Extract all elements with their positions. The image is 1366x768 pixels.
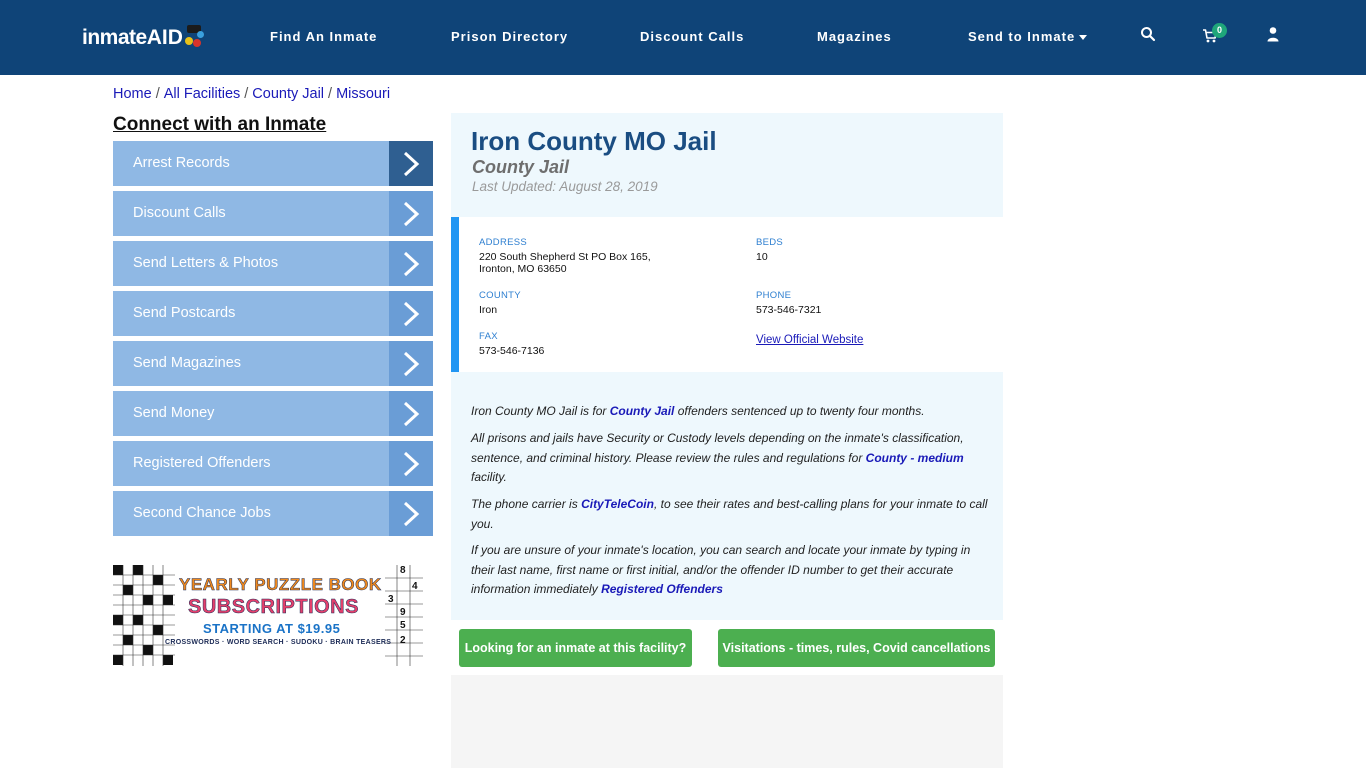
cart-count-badge: 0 <box>1212 23 1227 38</box>
sudoku-digit: 5 <box>400 620 406 631</box>
desc-text: offenders sentenced up to twenty four mo… <box>674 404 925 418</box>
county-jail-link[interactable]: County Jail <box>610 404 675 418</box>
breadcrumb-missouri[interactable]: Missouri <box>336 86 390 102</box>
inmateaid-logo[interactable]: inmate AID <box>82 22 205 54</box>
sidebar-title: Connect with an Inmate <box>113 114 327 135</box>
search-icon[interactable] <box>1140 26 1160 46</box>
sidebar-item-label: Send Postcards <box>133 305 236 321</box>
cityteleco-link[interactable]: CityTeleCoin <box>581 497 654 511</box>
nav-send-to-inmate-label: Send to Inmate <box>968 29 1076 44</box>
breadcrumb-separator: / <box>244 86 249 102</box>
breadcrumb-separator: / <box>155 86 160 102</box>
sidebar-item-send-money[interactable]: Send Money <box>113 391 433 436</box>
nav-find-an-inmate[interactable]: Find An Inmate <box>270 29 377 44</box>
chevron-right-icon <box>389 191 433 236</box>
ad-placeholder <box>451 675 1003 768</box>
county-label: COUNTY <box>479 290 521 301</box>
beds-value: 10 <box>756 251 768 263</box>
sudoku-digit: 9 <box>400 607 406 618</box>
description-paragraph-2: All prisons and jails have Security or C… <box>471 429 993 488</box>
description-paragraph-3: The phone carrier is CityTeleCoin, to se… <box>471 495 993 534</box>
chevron-right-icon <box>389 491 433 536</box>
logo-mark-icon <box>184 25 205 51</box>
logo-accent: AID <box>146 26 183 49</box>
fax-value: 573-546-7136 <box>479 345 545 357</box>
breadcrumb-separator: / <box>328 86 333 102</box>
sidebar-item-label: Registered Offenders <box>133 455 271 471</box>
facility-type: County Jail <box>472 157 570 177</box>
sidebar-item-registered-offenders[interactable]: Registered Offenders <box>113 441 433 486</box>
ad-price: STARTING AT $19.95 <box>203 621 341 636</box>
sidebar-item-second-chance-jobs[interactable]: Second Chance Jobs <box>113 491 433 536</box>
chevron-right-icon <box>389 141 433 186</box>
sidebar-item-send-magazines[interactable]: Send Magazines <box>113 341 433 386</box>
description-paragraph-4: If you are unsure of your inmate's locat… <box>471 541 993 600</box>
sudoku-digit: 2 <box>400 635 406 646</box>
nav-magazines[interactable]: Magazines <box>817 29 892 44</box>
facility-info-panel: ADDRESS 220 South Shepherd St PO Box 165… <box>451 217 1003 372</box>
sidebar-item-label: Send Money <box>133 405 215 421</box>
sudoku-grid-graphic: 8 4 3 9 5 2 <box>385 565 423 666</box>
visitations-button[interactable]: Visitations - times, rules, Covid cancel… <box>718 629 995 667</box>
sudoku-digit: 3 <box>388 594 394 605</box>
chevron-right-icon <box>389 441 433 486</box>
sidebar-item-arrest-records[interactable]: Arrest Records <box>113 141 433 186</box>
address-line1: 220 South Shepherd St PO Box 165, <box>479 251 651 263</box>
county-value: Iron <box>479 304 498 316</box>
breadcrumb-all-facilities[interactable]: All Facilities <box>164 86 241 102</box>
nav-discount-calls[interactable]: Discount Calls <box>640 29 744 44</box>
sidebar-item-label: Arrest Records <box>133 155 230 171</box>
sidebar-item-send-letters-photos[interactable]: Send Letters & Photos <box>113 241 433 286</box>
breadcrumb: Home / All Facilities / County Jail / Missouri <box>113 86 390 102</box>
nav-prison-directory[interactable]: Prison Directory <box>451 29 568 44</box>
find-inmate-button[interactable]: Looking for an inmate at this facility? <box>459 629 692 667</box>
sidebar-item-label: Second Chance Jobs <box>133 505 271 521</box>
address-label: ADDRESS <box>479 237 528 248</box>
sudoku-digit: 8 <box>400 565 406 576</box>
chevron-right-icon <box>389 391 433 436</box>
official-website-link[interactable]: View Official Website <box>756 334 863 346</box>
sidebar-item-label: Discount Calls <box>133 205 226 221</box>
county-medium-link[interactable]: County - medium <box>866 451 964 465</box>
fax-label: FAX <box>479 331 498 342</box>
beds-label: BEDS <box>756 237 784 248</box>
phone-value: 573-546-7321 <box>756 304 822 316</box>
logo-text: inmate <box>82 26 147 49</box>
phone-label: PHONE <box>756 290 792 301</box>
last-updated: Last Updated: August 28, 2019 <box>472 179 658 194</box>
sidebar-item-discount-calls[interactable]: Discount Calls <box>113 191 433 236</box>
puzzle-book-ad-banner[interactable]: 8 4 3 9 5 2 YEARLY PUZZLE BOOK SUBSCRIPT… <box>113 565 423 666</box>
ad-categories: CROSSWORDS · WORD SEARCH · SUDOKU · BRAI… <box>165 639 392 646</box>
desc-text: The phone carrier is <box>471 497 582 511</box>
sidebar-item-label: Send Letters & Photos <box>133 255 279 271</box>
ad-subheadline: SUBSCRIPTIONS <box>188 596 359 619</box>
desc-text: facility. <box>471 470 507 484</box>
address-line2: Ironton, MO 63650 <box>479 263 567 275</box>
breadcrumb-home[interactable]: Home <box>113 86 152 102</box>
crossword-grid-graphic <box>113 565 175 666</box>
sidebar-item-send-postcards[interactable]: Send Postcards <box>113 291 433 336</box>
nav-send-to-inmate[interactable]: Send to Inmate <box>968 29 1088 44</box>
chevron-right-icon <box>389 241 433 286</box>
chevron-down-icon <box>1079 35 1088 41</box>
chevron-right-icon <box>389 291 433 336</box>
desc-text: Iron County MO Jail is for <box>471 404 610 418</box>
description-paragraph-1: Iron County MO Jail is for County Jail o… <box>471 402 993 422</box>
registered-offenders-link[interactable]: Registered Offenders <box>601 582 723 596</box>
facility-title: Iron County MO Jail <box>471 126 717 156</box>
breadcrumb-county-jail[interactable]: County Jail <box>252 86 324 102</box>
sudoku-digit: 4 <box>412 581 418 592</box>
sidebar-menu: Arrest Records Discount Calls Send Lette… <box>113 141 433 541</box>
top-navbar: inmate AID Find An Inmate Prison Directo… <box>0 0 1366 75</box>
sidebar-item-label: Send Magazines <box>133 355 242 371</box>
ad-headline: YEARLY PUZZLE BOOK <box>179 575 382 595</box>
chevron-right-icon <box>389 341 433 386</box>
user-icon[interactable] <box>1265 26 1285 46</box>
